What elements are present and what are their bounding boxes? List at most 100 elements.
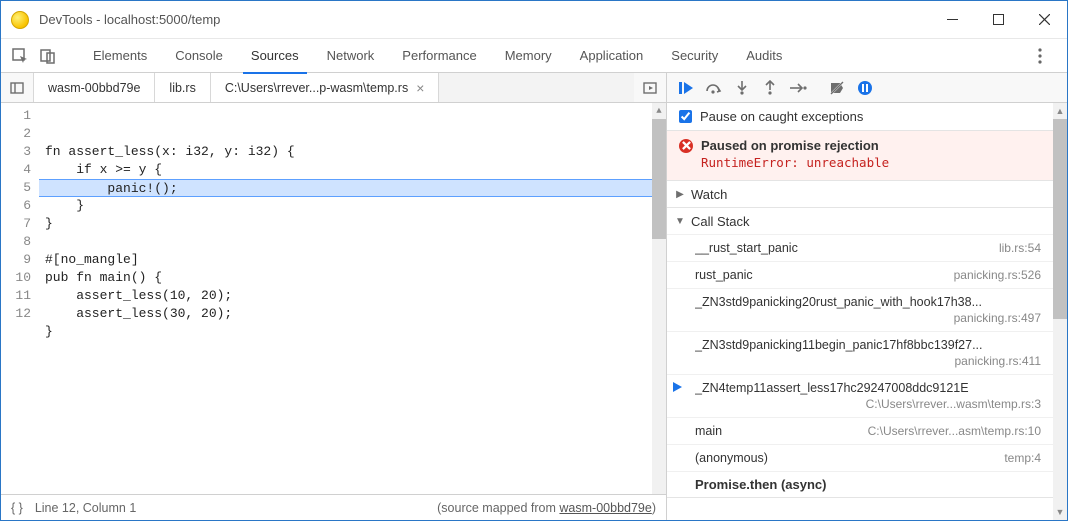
callstack-frame[interactable]: _ZN3std9panicking11begin_panic17hf8bbc13… (667, 331, 1053, 374)
devtools-window: DevTools - localhost:5000/temp (0, 0, 1068, 521)
minimize-button[interactable] (929, 1, 975, 39)
inspect-element-icon[interactable] (9, 45, 31, 67)
frame-function: _ZN4temp11assert_less17hc29247008ddc9121… (695, 381, 969, 395)
source-map-link[interactable]: wasm-00bbd79e (559, 501, 651, 515)
app-icon (11, 11, 29, 29)
callstack-list: __rust_start_paniclib.rs:54rust_panicpan… (667, 234, 1053, 471)
window-title: DevTools - localhost:5000/temp (39, 12, 929, 27)
panel-tab-bar: ElementsConsoleSourcesNetworkPerformance… (1, 39, 1067, 73)
titlebar: DevTools - localhost:5000/temp (1, 1, 1067, 39)
code-line[interactable]: } (45, 197, 660, 215)
callstack-frame[interactable]: _ZN3std9panicking20rust_panic_with_hook1… (667, 288, 1053, 331)
pause-caught-label: Pause on caught exceptions (700, 109, 863, 124)
callstack-section: ▼ Call Stack __rust_start_paniclib.rs:54… (667, 208, 1053, 498)
step-button[interactable] (789, 79, 807, 97)
code-line[interactable]: assert_less(30, 20); (45, 305, 660, 323)
debugger-content: Pause on caught exceptions Paused on pro… (667, 103, 1053, 520)
callstack-frame[interactable]: (anonymous)temp:4 (667, 444, 1053, 471)
code-line[interactable] (45, 341, 660, 359)
navigator-toggle-icon[interactable] (1, 73, 33, 102)
scroll-up-icon[interactable]: ▲ (1053, 103, 1067, 119)
line-number[interactable]: 7 (5, 215, 31, 233)
file-tab-bar: wasm-00bbd79e lib.rsC:\Users\rrever...p-w… (1, 73, 666, 103)
pause-caught-row: Pause on caught exceptions (667, 103, 1053, 131)
code-line[interactable]: fn assert_less(x: i32, y: i32) { (45, 143, 660, 161)
pause-caught-checkbox[interactable] (679, 110, 692, 123)
code-line[interactable]: assert_less(10, 20); (45, 287, 660, 305)
step-into-button[interactable] (733, 79, 751, 97)
code-line[interactable]: } (45, 215, 660, 233)
debugger-pane: Pause on caught exceptions Paused on pro… (667, 73, 1067, 520)
close-icon[interactable]: × (416, 81, 424, 95)
callstack-section-header[interactable]: ▼ Call Stack (667, 208, 1053, 234)
close-button[interactable] (1021, 1, 1067, 39)
line-number[interactable]: 10 (5, 269, 31, 287)
pause-on-exceptions-button[interactable] (856, 79, 874, 97)
debugger-scrollbar[interactable]: ▲ ▼ (1053, 103, 1067, 520)
tab-sources[interactable]: Sources (237, 39, 313, 73)
tab-console[interactable]: Console (161, 39, 237, 73)
watch-section: ▶ Watch (667, 181, 1053, 208)
tab-memory[interactable]: Memory (491, 39, 566, 73)
run-snippet-icon[interactable] (634, 73, 666, 102)
editor-pane: wasm-00bbd79e lib.rsC:\Users\rrever...p-w… (1, 73, 667, 520)
scroll-thumb[interactable] (1053, 119, 1067, 319)
line-number[interactable]: 6 (5, 197, 31, 215)
file-tab[interactable]: C:\Users\rrever...p-wasm\temp.rs× (211, 73, 440, 102)
frame-location: panicking.rs:411 (955, 354, 1042, 368)
line-number[interactable]: 12 (5, 305, 31, 323)
more-options-icon[interactable] (1031, 47, 1049, 65)
line-number[interactable]: 2 (5, 125, 31, 143)
code-line[interactable]: pub fn main() { (45, 269, 660, 287)
watch-section-header[interactable]: ▶ Watch (667, 181, 1053, 207)
code-line[interactable]: #[no_mangle] (45, 251, 660, 269)
line-number[interactable]: 1 (5, 107, 31, 125)
source-map-info: (source mapped from wasm-00bbd79e) (437, 501, 656, 515)
chevron-right-icon: ▶ (675, 189, 685, 200)
line-number[interactable]: 9 (5, 251, 31, 269)
step-over-button[interactable] (705, 79, 723, 97)
callstack-frame[interactable]: mainC:\Users\rrever...asm\temp.rs:10 (667, 417, 1053, 444)
code-line[interactable]: panic!(); (39, 179, 666, 197)
line-number[interactable]: 5 (5, 179, 31, 197)
device-toolbar-icon[interactable] (37, 45, 59, 67)
line-number[interactable]: 3 (5, 143, 31, 161)
file-tab-label: wasm-00bbd79e (48, 81, 140, 95)
tab-network[interactable]: Network (313, 39, 389, 73)
step-out-button[interactable] (761, 79, 779, 97)
file-tab[interactable]: wasm-00bbd79e (34, 73, 155, 102)
line-number[interactable]: 4 (5, 161, 31, 179)
tab-security[interactable]: Security (657, 39, 732, 73)
callstack-frame[interactable]: _ZN4temp11assert_less17hc29247008ddc9121… (667, 374, 1053, 417)
paused-error-message: RuntimeError: unreachable (701, 155, 1041, 170)
file-tab[interactable]: lib.rs (155, 73, 210, 102)
tab-application[interactable]: Application (566, 39, 658, 73)
callstack-frame[interactable]: rust_panicpanicking.rs:526 (667, 261, 1053, 288)
pretty-print-icon[interactable]: { } (11, 501, 23, 515)
line-number[interactable]: 8 (5, 233, 31, 251)
tab-performance[interactable]: Performance (388, 39, 490, 73)
deactivate-breakpoints-button[interactable] (828, 79, 846, 97)
frame-location: panicking.rs:526 (954, 268, 1041, 282)
frame-location: lib.rs:54 (999, 241, 1041, 255)
editor-scrollbar[interactable]: ▲ (652, 103, 666, 494)
code-editor[interactable]: 123456789101112 fn assert_less(x: i32, y… (1, 103, 666, 494)
line-gutter: 123456789101112 (1, 103, 39, 494)
code-content[interactable]: fn assert_less(x: i32, y: i32) { if x >=… (39, 103, 666, 494)
code-line[interactable] (45, 233, 660, 251)
maximize-button[interactable] (975, 1, 1021, 39)
code-line[interactable]: } (45, 323, 660, 341)
paused-title: Paused on promise rejection (701, 138, 879, 153)
callstack-frame[interactable]: __rust_start_paniclib.rs:54 (667, 234, 1053, 261)
resume-button[interactable] (677, 79, 695, 97)
line-number[interactable]: 11 (5, 287, 31, 305)
scroll-up-icon[interactable]: ▲ (652, 103, 666, 119)
tab-elements[interactable]: Elements (79, 39, 161, 73)
frame-function: _ZN3std9panicking11begin_panic17hf8bbc13… (695, 338, 983, 352)
scroll-down-icon[interactable]: ▼ (1053, 504, 1067, 520)
code-line[interactable]: if x >= y { (45, 161, 660, 179)
error-icon (679, 139, 693, 153)
scroll-thumb[interactable] (652, 119, 666, 239)
paused-message-box: Paused on promise rejection RuntimeError… (667, 131, 1053, 181)
tab-audits[interactable]: Audits (732, 39, 796, 73)
